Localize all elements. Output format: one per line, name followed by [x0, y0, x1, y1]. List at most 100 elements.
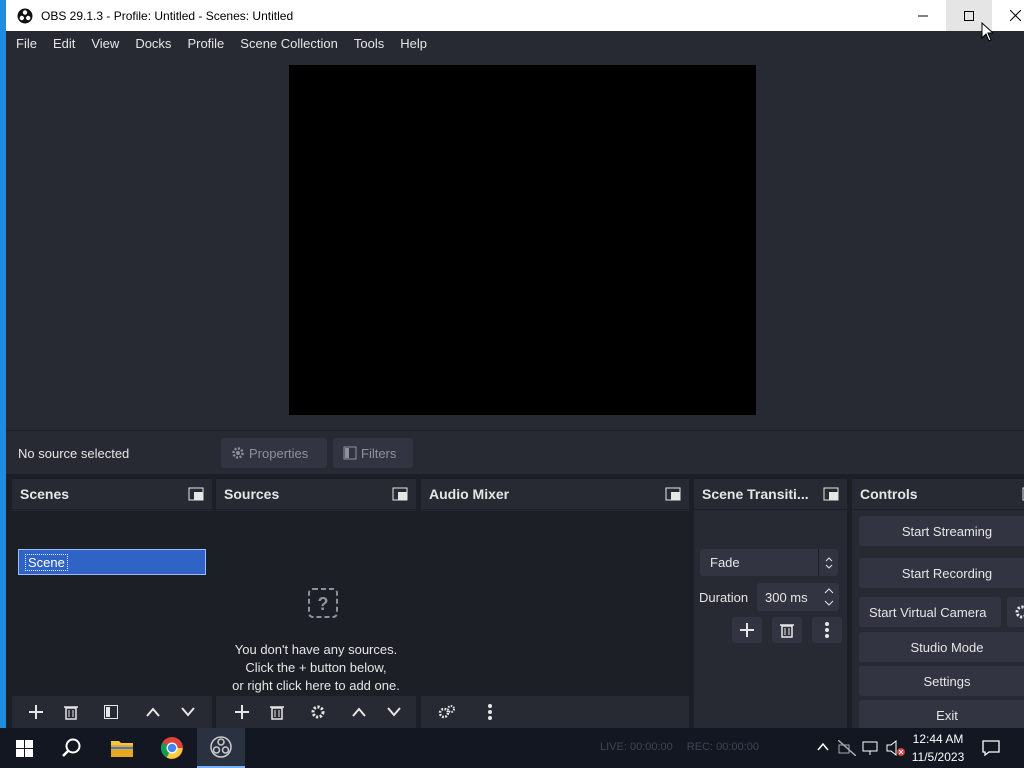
filter-icon [104, 705, 118, 719]
start-virtual-camera-button[interactable]: Start Virtual Camera [859, 597, 1001, 627]
undock-icon[interactable] [665, 487, 681, 501]
chrome-button[interactable] [148, 728, 196, 768]
controls-title: Controls [860, 486, 918, 502]
move-source-down-button[interactable] [381, 700, 407, 724]
add-scene-button[interactable] [23, 700, 49, 724]
filters-label: Filters [361, 445, 397, 461]
virtual-camera-settings-button[interactable] [1007, 597, 1024, 627]
svg-text:?: ? [318, 594, 329, 614]
menu-help[interactable]: Help [400, 36, 427, 51]
scenes-dock-header: Scenes [12, 479, 212, 510]
mixer-menu-button[interactable] [477, 700, 503, 724]
system-clock[interactable]: 12:44 AM 11/5/2023 [905, 730, 971, 766]
scenes-dock: Scenes Scene [12, 479, 212, 728]
notifications-icon[interactable] [982, 740, 1000, 756]
chevron-up-icon[interactable] [816, 740, 830, 754]
scene-transitions-dock: Scene Transiti... Fade Duration 300 ms [694, 479, 847, 728]
duration-spinbox[interactable]: 300 ms [757, 583, 839, 611]
trash-icon [64, 706, 78, 720]
add-transition-button[interactable] [732, 617, 762, 643]
move-source-up-button[interactable] [346, 700, 372, 724]
duration-label: Duration [699, 590, 749, 605]
start-button[interactable] [0, 728, 48, 768]
undock-icon[interactable] [823, 487, 839, 501]
source-toolbar: No source selected Properties Filters [6, 430, 1024, 474]
network-offline-icon[interactable] [838, 740, 856, 756]
scene-transitions-dock-header: Scene Transiti... [694, 479, 847, 510]
source-status: No source selected [18, 446, 130, 461]
chevron-down-icon [387, 707, 401, 717]
remove-scene-button[interactable] [58, 700, 84, 724]
mouse-cursor-icon [981, 22, 994, 42]
kebab-menu-icon [488, 704, 492, 720]
undock-icon[interactable] [392, 487, 408, 501]
audio-mixer-dock: Audio Mixer [421, 479, 689, 728]
exit-button[interactable]: Exit [859, 700, 1024, 730]
kebab-menu-icon [825, 622, 829, 638]
menu-file[interactable]: File [16, 36, 37, 51]
menu-profile[interactable]: Profile [187, 36, 224, 51]
properties-label: Properties [249, 445, 309, 461]
properties-button[interactable]: Properties [221, 438, 327, 468]
undock-icon[interactable] [188, 487, 204, 501]
menu-view[interactable]: View [91, 36, 119, 51]
search-icon [62, 738, 81, 757]
controls-body: Start Streaming Start Recording Start Vi… [852, 511, 1024, 730]
scenes-toolbar [12, 696, 212, 728]
obs-logo-icon [17, 8, 33, 23]
close-icon [1009, 10, 1021, 21]
spin-arrows-icon[interactable] [819, 583, 839, 611]
add-source-button[interactable] [229, 700, 255, 724]
menu-edit[interactable]: Edit [53, 36, 75, 51]
scene-transitions-body: Fade Duration 300 ms [694, 511, 847, 728]
controls-dock: Controls Start Streaming Start Recording… [852, 479, 1024, 730]
obs-window: OBS 29.1.3 - Profile: Untitled - Scenes:… [0, 0, 1024, 730]
close-button[interactable] [992, 0, 1024, 31]
obs-logo-icon [210, 736, 232, 758]
live-status: LIVE: 00:00:00 [600, 741, 673, 753]
start-streaming-button[interactable]: Start Streaming [859, 516, 1024, 546]
sources-title: Sources [224, 486, 280, 502]
menu-scene-collection[interactable]: Scene Collection [240, 36, 338, 51]
start-recording-button[interactable]: Start Recording [859, 558, 1024, 588]
obs-taskbar-button[interactable] [197, 728, 245, 768]
volume-muted-icon[interactable] [886, 740, 906, 756]
advanced-audio-button[interactable] [434, 700, 460, 724]
obs-status-strip: LIVE: 00:00:00 REC: 00:00:00 [600, 741, 759, 753]
sources-toolbar [216, 696, 416, 728]
transition-menu-button[interactable] [812, 617, 842, 643]
settings-button[interactable]: Settings [859, 666, 1024, 696]
duration-value: 300 ms [765, 589, 808, 605]
filters-button[interactable]: Filters [333, 438, 413, 468]
studio-mode-button[interactable]: Studio Mode [859, 632, 1024, 662]
program-preview[interactable] [289, 65, 756, 415]
menu-tools[interactable]: Tools [354, 36, 384, 51]
menu-docks[interactable]: Docks [135, 36, 171, 51]
maximize-icon [964, 10, 974, 21]
trash-icon [270, 706, 284, 720]
remove-transition-button[interactable] [772, 617, 802, 643]
menu-bar: File Edit View Docks Profile Scene Colle… [6, 31, 1024, 55]
chrome-icon [161, 737, 183, 759]
gear-icon [1015, 605, 1024, 619]
plus-icon [235, 705, 249, 719]
source-properties-button[interactable] [305, 700, 331, 724]
minimize-button[interactable] [900, 0, 946, 31]
display-network-icon[interactable] [862, 740, 880, 756]
file-explorer-button[interactable] [98, 728, 146, 768]
clock-date: 11/5/2023 [911, 750, 965, 764]
search-button[interactable] [48, 728, 96, 768]
remove-source-button[interactable] [264, 700, 290, 724]
scene-list-item[interactable]: Scene [18, 549, 206, 575]
plus-icon [740, 623, 754, 637]
scenes-title: Scenes [20, 486, 70, 502]
no-sources-line-3: or right click here to add one. [232, 678, 400, 693]
move-scene-up-button[interactable] [140, 700, 166, 724]
scene-item-label: Scene [25, 553, 68, 571]
filter-icon [343, 446, 357, 460]
scene-filters-button[interactable] [98, 700, 124, 724]
transition-select[interactable]: Fade [700, 549, 838, 576]
move-scene-down-button[interactable] [175, 700, 201, 724]
audio-mixer-toolbar [421, 696, 689, 728]
sources-dock: Sources ? You don't have any sources. Cl… [216, 479, 416, 728]
